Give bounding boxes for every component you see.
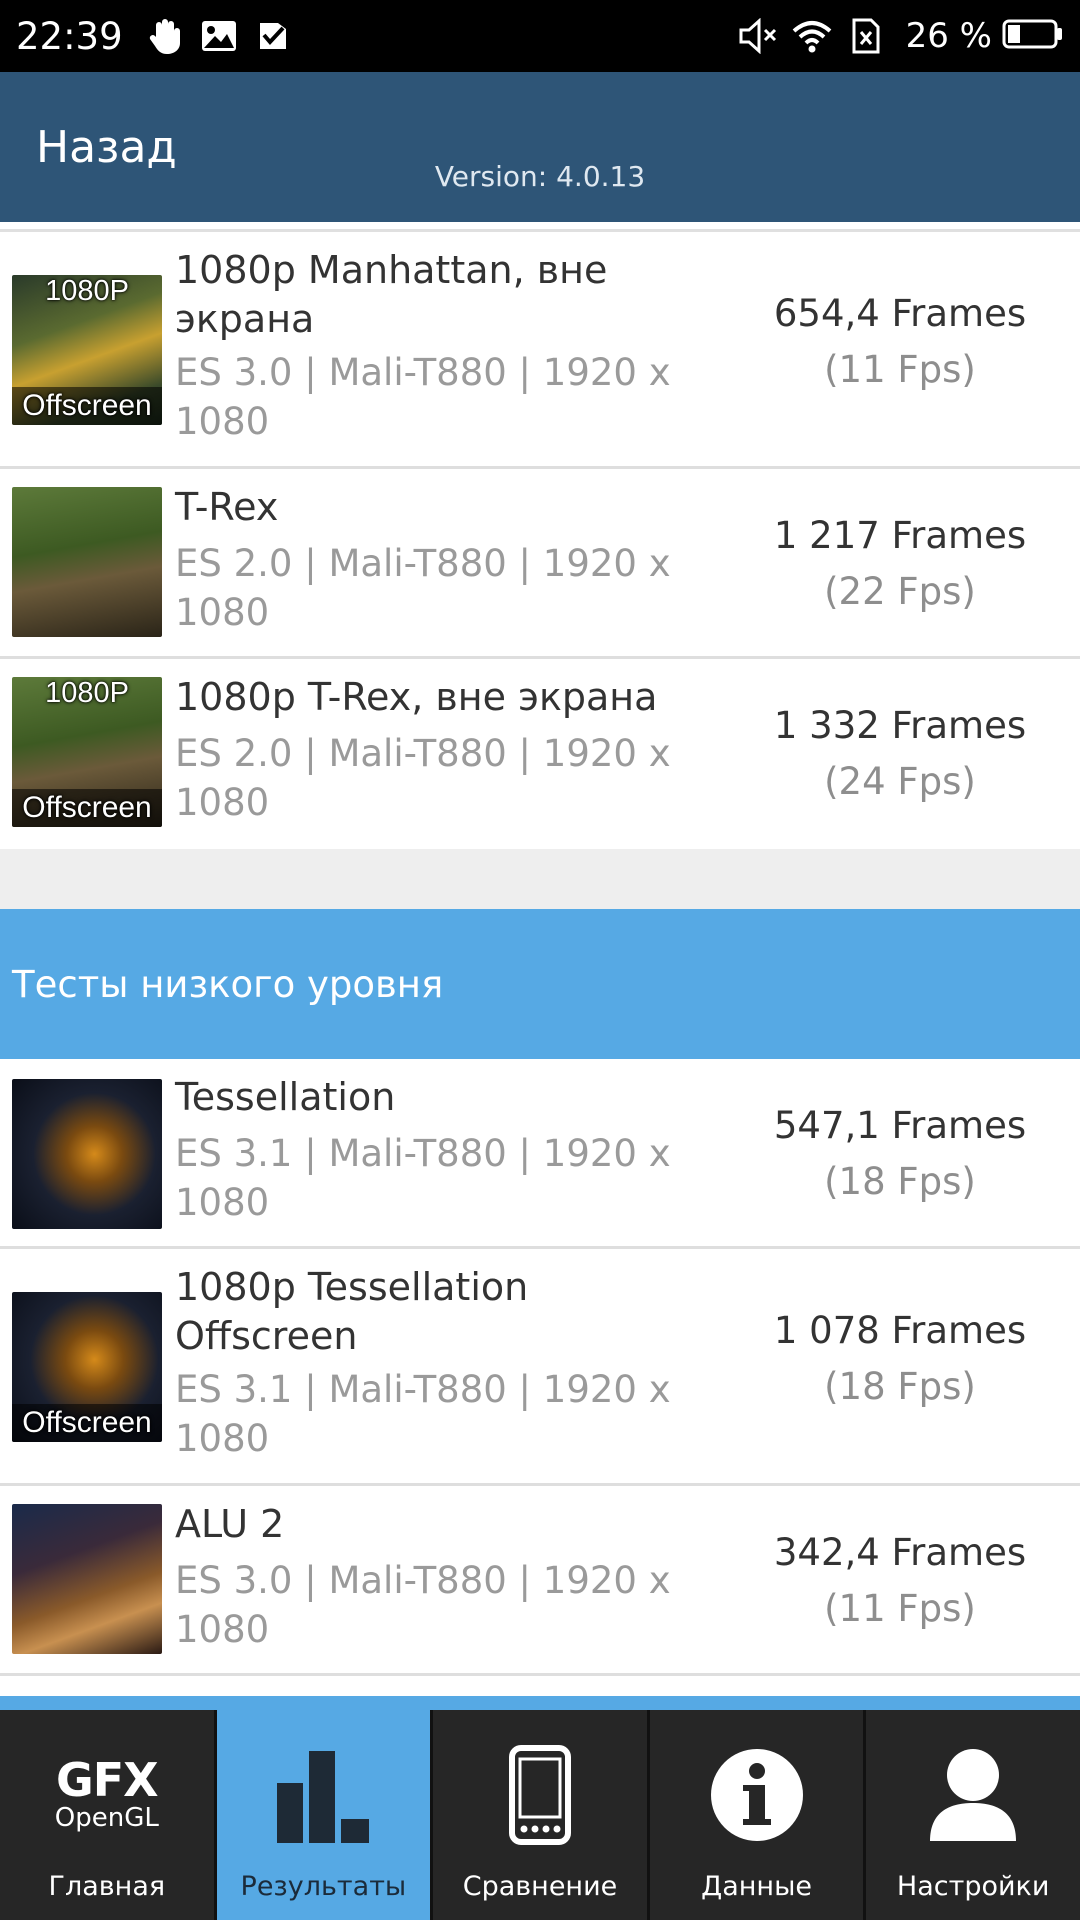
phone-icon bbox=[433, 1740, 647, 1850]
test-spec: ES 2.0 | Mali-T880 | 1920 x 1080 bbox=[175, 732, 671, 824]
test-spec: ES 3.0 | Mali-T880 | 1920 x 1080 bbox=[175, 351, 671, 443]
user-icon bbox=[866, 1740, 1080, 1850]
score-fps: (24 Fps) bbox=[824, 760, 976, 803]
result-row-tessellation-offscreen[interactable]: Offscreen 1080p Tessellation Offscreen E… bbox=[0, 1249, 1080, 1486]
score-fps: (11 Fps) bbox=[824, 1587, 976, 1630]
test-score: 342,4 Frames (11 Fps) bbox=[700, 1525, 1080, 1637]
score-fps: (18 Fps) bbox=[824, 1160, 976, 1203]
test-spec: ES 3.1 | Mali-T880 | 1920 x 1080 bbox=[175, 1132, 671, 1224]
score-fps: (18 Fps) bbox=[824, 1365, 976, 1408]
result-row-manhattan-offscreen[interactable]: 1080P Offscreen 1080p Manhattan, вне экр… bbox=[0, 232, 1080, 469]
section-gap bbox=[0, 849, 1080, 909]
bottom-navigation: GFX OpenGL Главная Результаты Сравнение … bbox=[0, 1710, 1080, 1920]
test-score: 1 217 Frames (22 Fps) bbox=[700, 508, 1080, 620]
test-score: 1 078 Frames (18 Fps) bbox=[700, 1303, 1080, 1415]
nav-label: Настройки bbox=[896, 1871, 1050, 1902]
alu2-thumbnail bbox=[12, 1504, 162, 1654]
result-row-alu2[interactable]: ALU 2 ES 3.0 | Mali-T880 | 1920 x 1080 3… bbox=[0, 1486, 1080, 1676]
thumbnail-badge-offscreen: Offscreen bbox=[12, 387, 162, 425]
test-spec: ES 2.0 | Mali-T880 | 1920 x 1080 bbox=[175, 542, 671, 634]
nav-label: Главная bbox=[48, 1871, 166, 1902]
no-sim-icon bbox=[846, 16, 886, 56]
status-right: 26 % bbox=[738, 16, 1064, 56]
score-frames: 342,4 Frames bbox=[773, 1531, 1027, 1574]
manhattan-thumbnail: 1080P Offscreen bbox=[12, 275, 162, 425]
nav-label: Результаты bbox=[240, 1871, 407, 1902]
score-frames: 547,1 Frames bbox=[773, 1104, 1027, 1147]
test-title: 1080p T-Rex, вне экрана bbox=[175, 675, 658, 719]
gfx-logo-icon: GFX OpenGL bbox=[0, 1740, 214, 1850]
info-icon bbox=[650, 1740, 864, 1850]
score-frames: 1 078 Frames bbox=[773, 1309, 1027, 1352]
score-frames: 1 332 Frames bbox=[773, 704, 1027, 747]
thumbnail-badge-offscreen: Offscreen bbox=[12, 789, 162, 827]
result-row-trex[interactable]: T-Rex ES 2.0 | Mali-T880 | 1920 x 1080 1… bbox=[0, 469, 1080, 659]
app-header: Назад Version: 4.0.13 bbox=[0, 72, 1080, 222]
gfx-logo-text: GFX bbox=[55, 1753, 159, 1807]
bar-chart-icon bbox=[217, 1740, 431, 1850]
test-title: 1080p Tessellation Offscreen bbox=[175, 1265, 529, 1358]
nav-compare[interactable]: Сравнение bbox=[430, 1710, 647, 1920]
score-frames: 1 217 Frames bbox=[773, 514, 1027, 557]
test-title: ALU 2 bbox=[175, 1502, 285, 1546]
screen: 22:39 26 % Назад Version: 4.0.13 1080P O… bbox=[0, 0, 1080, 1920]
version-label: Version: 4.0.13 bbox=[434, 160, 646, 193]
trex-thumbnail bbox=[12, 487, 162, 637]
score-frames: 654,4 Frames bbox=[773, 292, 1027, 335]
test-score: 654,4 Frames (11 Fps) bbox=[700, 286, 1080, 398]
nav-results[interactable]: Результаты bbox=[213, 1710, 431, 1920]
test-spec: ES 3.0 | Mali-T880 | 1920 x 1080 bbox=[175, 1559, 671, 1651]
nav-label: Сравнение bbox=[462, 1871, 618, 1902]
nav-label: Данные bbox=[701, 1871, 813, 1902]
mute-icon bbox=[738, 16, 778, 56]
wifi-icon bbox=[792, 16, 832, 56]
status-bar: 22:39 26 % bbox=[0, 0, 1080, 72]
test-title: T-Rex bbox=[175, 485, 279, 529]
tessellation-offscreen-thumbnail: Offscreen bbox=[12, 1292, 162, 1442]
results-list: 1080P Offscreen 1080p Manhattan, вне экр… bbox=[0, 222, 1080, 1676]
hand-icon bbox=[145, 16, 185, 56]
thumbnail-badge-offscreen: Offscreen bbox=[12, 1404, 162, 1442]
nav-home[interactable]: GFX OpenGL Главная bbox=[0, 1710, 214, 1920]
test-spec: ES 3.1 | Mali-T880 | 1920 x 1080 bbox=[175, 1368, 671, 1460]
test-score: 1 332 Frames (24 Fps) bbox=[700, 698, 1080, 810]
result-row-tessellation[interactable]: Tessellation ES 3.1 | Mali-T880 | 1920 x… bbox=[0, 1059, 1080, 1249]
trex-offscreen-thumbnail: 1080P Offscreen bbox=[12, 677, 162, 827]
tessellation-thumbnail bbox=[12, 1079, 162, 1229]
opengl-logo-text: OpenGL bbox=[54, 1803, 159, 1833]
battery-icon bbox=[1002, 19, 1064, 53]
score-fps: (11 Fps) bbox=[824, 348, 976, 391]
battery-percent: 26 % bbox=[905, 16, 992, 56]
score-fps: (22 Fps) bbox=[824, 570, 976, 613]
nav-info[interactable]: Данные bbox=[646, 1710, 864, 1920]
list-divider bbox=[0, 222, 1080, 232]
test-title: Tessellation bbox=[175, 1075, 396, 1119]
task-check-icon bbox=[253, 16, 293, 56]
thumbnail-badge-1080p: 1080P bbox=[45, 275, 129, 307]
section-header-low-level: Тесты низкого уровня bbox=[0, 909, 1080, 1059]
test-score: 547,1 Frames (18 Fps) bbox=[700, 1098, 1080, 1210]
thumbnail-badge-1080p: 1080P bbox=[45, 677, 129, 709]
nav-settings[interactable]: Настройки bbox=[863, 1710, 1080, 1920]
result-row-trex-offscreen[interactable]: 1080P Offscreen 1080p T-Rex, вне экрана … bbox=[0, 659, 1080, 849]
clock: 22:39 bbox=[16, 14, 123, 58]
test-title: 1080p Manhattan, вне экрана bbox=[175, 248, 608, 341]
gallery-icon bbox=[199, 16, 239, 56]
